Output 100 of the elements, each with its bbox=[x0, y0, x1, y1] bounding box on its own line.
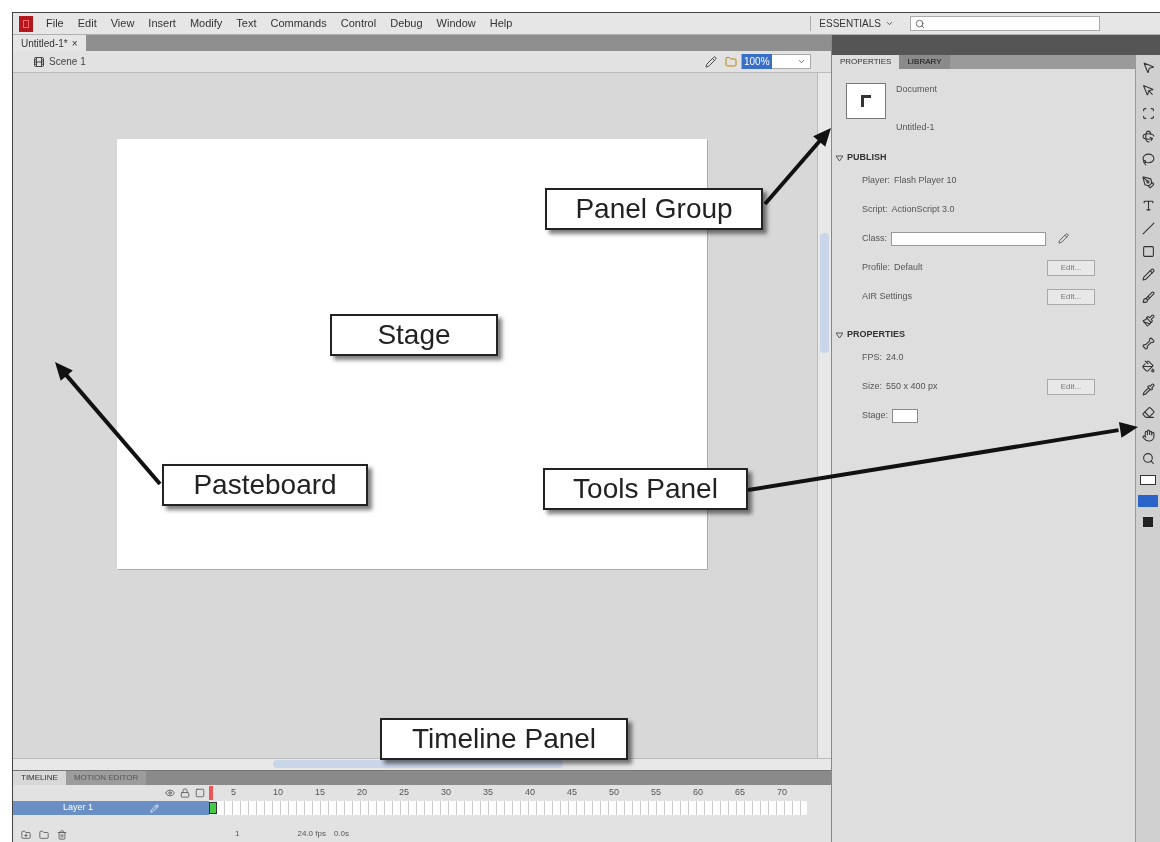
workspace-switcher[interactable]: ESSENTIALS bbox=[810, 16, 902, 31]
zoom-icon[interactable] bbox=[1141, 452, 1155, 465]
line-icon[interactable] bbox=[1141, 222, 1155, 235]
fill-color-swatch[interactable] bbox=[1138, 495, 1158, 507]
eye-icon[interactable] bbox=[165, 788, 175, 798]
lock-icon[interactable] bbox=[180, 788, 190, 798]
zoom-field[interactable]: 100% bbox=[741, 54, 811, 69]
menu-item[interactable]: File bbox=[39, 15, 71, 32]
edit-button[interactable]: Edit... bbox=[1047, 378, 1095, 395]
callout-label: Panel Group bbox=[545, 188, 763, 230]
search-field[interactable] bbox=[910, 16, 1100, 31]
pencil-icon[interactable] bbox=[1058, 233, 1069, 244]
frame-number: 30 bbox=[441, 786, 452, 800]
eyedropper-icon[interactable] bbox=[1141, 383, 1155, 396]
frame-number: 70 bbox=[777, 786, 788, 800]
pen-icon[interactable] bbox=[1141, 176, 1155, 189]
text-icon[interactable] bbox=[1141, 199, 1155, 212]
property-label: Class: bbox=[862, 231, 887, 245]
rotate-icon[interactable] bbox=[1141, 130, 1155, 143]
frame-number: 40 bbox=[525, 786, 536, 800]
bucket-icon[interactable] bbox=[1141, 360, 1155, 373]
property-label: FPS: bbox=[862, 350, 882, 364]
property-value: 550 x 400 px bbox=[886, 379, 938, 393]
menu-item[interactable]: View bbox=[103, 15, 142, 32]
hand-icon[interactable] bbox=[1141, 429, 1155, 442]
arrow-pointer-icon[interactable] bbox=[1141, 61, 1155, 74]
menu-item[interactable]: Control bbox=[333, 15, 384, 32]
menu-item[interactable]: Debug bbox=[383, 15, 430, 32]
menu-item[interactable]: Window bbox=[429, 15, 483, 32]
caret-icon bbox=[797, 57, 806, 66]
document-type: Document bbox=[896, 83, 938, 96]
callout-label: Timeline Panel bbox=[380, 718, 628, 760]
property-value: ActionScript 3.0 bbox=[891, 202, 955, 216]
property-label: Profile: bbox=[862, 260, 890, 274]
frame-number: 60 bbox=[693, 786, 704, 800]
document-icon bbox=[846, 83, 886, 119]
pencil-icon[interactable] bbox=[1141, 268, 1155, 281]
property-value: 24.0 bbox=[886, 350, 904, 364]
property-label: Stage: bbox=[862, 408, 889, 422]
section-header[interactable]: PUBLISH bbox=[832, 150, 1135, 166]
frame-rate: 24.0 fps bbox=[297, 828, 326, 840]
frame-number: 25 bbox=[399, 786, 410, 800]
scene-icon bbox=[33, 55, 45, 68]
app-logo-icon bbox=[19, 15, 33, 32]
rectangle-icon[interactable] bbox=[1141, 245, 1155, 258]
frame-number: 10 bbox=[273, 786, 284, 800]
panel-tab[interactable]: PROPERTIES bbox=[832, 55, 900, 69]
property-label: AIR Settings bbox=[862, 289, 913, 303]
callout-label: Stage bbox=[330, 314, 498, 356]
close-button[interactable]: × bbox=[71, 35, 78, 51]
frame-number: 20 bbox=[357, 786, 368, 800]
stage-color-swatch[interactable] bbox=[892, 408, 919, 423]
paintbrush-icon[interactable] bbox=[1141, 314, 1155, 327]
edit-button[interactable]: Edit... bbox=[1047, 288, 1095, 305]
property-value: Flash Player 10 bbox=[894, 173, 957, 187]
pencil-icon bbox=[150, 803, 159, 813]
menu-item[interactable]: Insert bbox=[141, 15, 183, 32]
outline-icon[interactable] bbox=[195, 788, 205, 798]
property-value: Default bbox=[894, 260, 923, 274]
elapsed-time: 0.0s bbox=[333, 828, 350, 840]
transform-icon[interactable] bbox=[1141, 107, 1155, 120]
section-header[interactable]: PROPERTIES bbox=[832, 327, 1135, 343]
tab-label: Untitled-1* bbox=[21, 36, 68, 51]
document-name: Untitled-1 bbox=[896, 120, 936, 134]
current-frame: 1 bbox=[235, 828, 240, 840]
lasso-icon[interactable] bbox=[1141, 153, 1155, 166]
edit-scene-icon bbox=[705, 55, 717, 68]
menu-item[interactable]: Edit bbox=[70, 15, 104, 32]
vertical-scrollbar[interactable] bbox=[817, 73, 831, 758]
menu-item[interactable]: Modify bbox=[182, 15, 230, 32]
stroke-color-swatch[interactable] bbox=[1140, 475, 1156, 485]
frame-number: 65 bbox=[735, 786, 746, 800]
frame-number: 15 bbox=[315, 786, 326, 800]
property-label: Script: bbox=[862, 202, 888, 216]
class-field[interactable] bbox=[891, 231, 1046, 246]
frame-number: 5 bbox=[231, 786, 237, 800]
menu-item[interactable]: Help bbox=[482, 15, 520, 32]
menu-item[interactable]: Text bbox=[229, 15, 264, 32]
bone-icon[interactable] bbox=[1141, 337, 1155, 350]
document-tab[interactable]: Untitled-1* × bbox=[13, 35, 86, 51]
expand-icon[interactable] bbox=[836, 331, 843, 339]
brush-icon[interactable] bbox=[1141, 291, 1155, 304]
property-label: Size: bbox=[862, 379, 882, 393]
new-layer-icon[interactable] bbox=[21, 830, 31, 840]
edit-symbol-icon bbox=[725, 55, 737, 68]
horizontal-scrollbar[interactable] bbox=[13, 758, 831, 770]
frame-number: 50 bbox=[609, 786, 620, 800]
panel-tab[interactable]: TIMELINE bbox=[13, 771, 66, 785]
expand-icon[interactable] bbox=[836, 154, 843, 162]
callout-label: Pasteboard bbox=[162, 464, 368, 506]
frame-number: 45 bbox=[567, 786, 578, 800]
edit-button[interactable]: Edit... bbox=[1047, 259, 1095, 276]
frame-number: 35 bbox=[483, 786, 494, 800]
panel-tab[interactable]: LIBRARY bbox=[899, 55, 950, 69]
keyframe bbox=[209, 802, 217, 814]
pointer-icon[interactable] bbox=[1141, 84, 1155, 97]
eraser-icon[interactable] bbox=[1141, 406, 1155, 419]
trash-icon[interactable] bbox=[57, 830, 67, 840]
folder-icon[interactable] bbox=[39, 830, 49, 840]
menu-item[interactable]: Commands bbox=[263, 15, 334, 32]
